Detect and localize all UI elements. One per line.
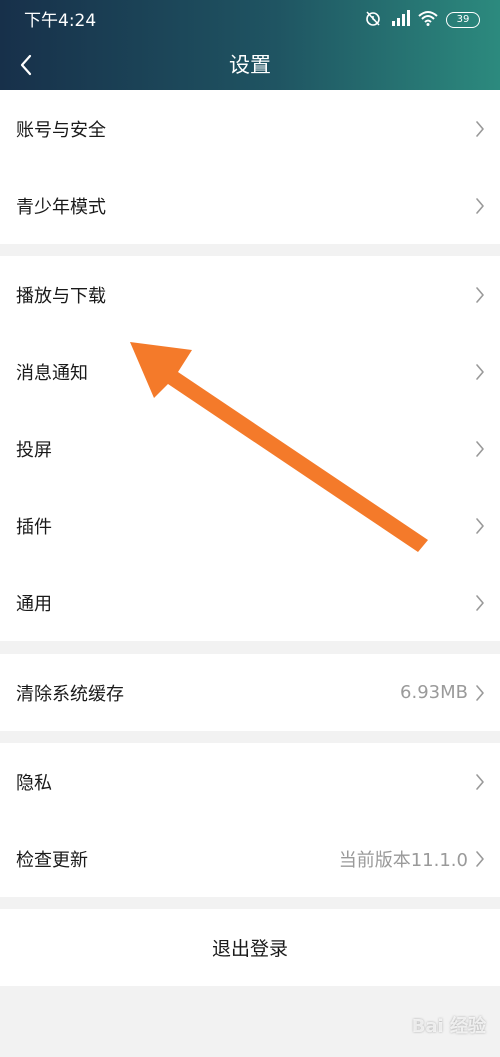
chevron-right-icon — [474, 517, 486, 535]
settings-item-label: 通用 — [16, 593, 52, 615]
settings-item-label: 插件 — [16, 516, 52, 538]
settings-item-label: 检查更新 — [16, 849, 88, 871]
version-value: 当前版本11.1.0 — [338, 849, 468, 871]
settings-item-notifications[interactable]: 消息通知 — [0, 333, 500, 410]
settings-group-account: 账号与安全 青少年模式 — [0, 90, 500, 244]
settings-item-general[interactable]: 通用 — [0, 564, 500, 641]
chevron-right-icon — [474, 684, 486, 702]
settings-item-clear-cache[interactable]: 清除系统缓存 6.93MB — [0, 654, 500, 731]
chevron-right-icon — [474, 120, 486, 138]
settings-item-label: 消息通知 — [16, 362, 88, 384]
settings-item-teen-mode[interactable]: 青少年模式 — [0, 167, 500, 244]
settings-item-plugins[interactable]: 插件 — [0, 487, 500, 564]
settings-item-label: 隐私 — [16, 772, 52, 794]
settings-item-label: 投屏 — [16, 439, 52, 461]
settings-item-check-update[interactable]: 检查更新 当前版本11.1.0 — [0, 820, 500, 897]
settings-item-account-security[interactable]: 账号与安全 — [0, 90, 500, 167]
settings-group-general: 播放与下载 消息通知 投屏 插件 通用 — [0, 256, 500, 641]
logout-button[interactable]: 退出登录 — [0, 909, 500, 986]
settings-item-label: 播放与下载 — [16, 285, 106, 307]
wifi-icon — [418, 10, 438, 30]
settings-item-playback-download[interactable]: 播放与下载 — [0, 256, 500, 333]
chevron-right-icon — [474, 363, 486, 381]
status-time: 下午4:24 — [24, 11, 97, 31]
chevron-right-icon — [474, 773, 486, 791]
settings-item-cast-screen[interactable]: 投屏 — [0, 410, 500, 487]
alarm-icon — [364, 9, 382, 31]
battery-icon: 39 — [446, 12, 480, 28]
page-title: 设置 — [229, 53, 271, 77]
cache-size-value: 6.93MB — [400, 682, 468, 703]
settings-group-cache: 清除系统缓存 6.93MB — [0, 654, 500, 731]
signal-icon — [390, 10, 410, 30]
settings-item-label: 青少年模式 — [16, 196, 106, 218]
chevron-right-icon — [474, 286, 486, 304]
settings-item-label: 账号与安全 — [16, 119, 106, 141]
status-icons: 39 — [364, 9, 480, 31]
chevron-right-icon — [474, 440, 486, 458]
top-bar: 下午4:24 39 设置 — [0, 0, 500, 90]
settings-item-privacy[interactable]: 隐私 — [0, 743, 500, 820]
settings-group-privacy: 隐私 检查更新 当前版本11.1.0 — [0, 743, 500, 897]
watermark: Bai 经验 — [411, 1016, 486, 1037]
chevron-right-icon — [474, 197, 486, 215]
settings-item-label: 清除系统缓存 — [16, 683, 124, 705]
chevron-right-icon — [474, 850, 486, 868]
chevron-right-icon — [474, 594, 486, 612]
